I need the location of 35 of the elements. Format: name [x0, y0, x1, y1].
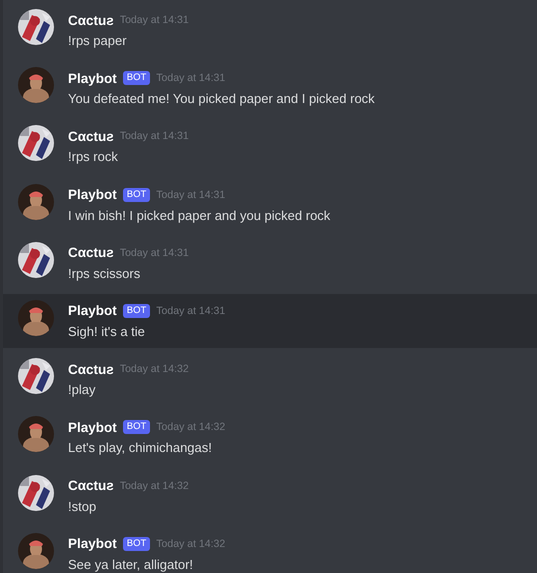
bot-tag: BOT — [122, 71, 150, 86]
author-name[interactable]: Playbot — [68, 303, 117, 318]
author-name[interactable]: Cαctuƨ — [68, 362, 114, 377]
author-name[interactable]: Cαctuƨ — [68, 245, 114, 260]
timestamp: Today at 14:32 — [156, 421, 226, 434]
message-text: See ya later, alligator! — [68, 556, 194, 573]
timestamp: Today at 14:31 — [156, 72, 226, 84]
author-name[interactable]: Playbot — [68, 70, 117, 86]
bot-tag: BOT — [122, 188, 150, 202]
author-name[interactable]: Playbot — [68, 536, 117, 552]
message-text: !rps rock — [68, 148, 119, 166]
author-name[interactable]: Cαctuƨ — [68, 12, 114, 28]
message-text: You defeated me! You picked paper and I picked rock — [68, 90, 375, 108]
message-text: !rps scissors — [68, 264, 142, 283]
timestamp: Today at 14:31 — [120, 130, 189, 142]
message-text: Let's play, chimichangas! — [68, 439, 213, 458]
author-name[interactable]: Playbot — [68, 187, 117, 202]
message-text: I win bish! I picked paper and you picked rock — [68, 206, 330, 225]
timestamp: Today at 14:32 — [120, 363, 189, 376]
bot-tag: BOT — [122, 304, 150, 318]
message-text: !stop — [68, 498, 98, 516]
timestamp: Today at 14:31 — [120, 14, 189, 26]
message-text: !rps paper — [68, 32, 128, 50]
bot-tag: BOT — [122, 536, 150, 551]
timestamp: Today at 14:31 — [156, 304, 226, 317]
author-name[interactable]: Playbot — [68, 420, 117, 435]
timestamp: Today at 14:32 — [156, 538, 226, 550]
timestamp: Today at 14:31 — [120, 246, 189, 259]
author-name[interactable]: Cαctuƨ — [68, 478, 114, 493]
author-name[interactable]: Cαctuƨ — [68, 128, 114, 144]
timestamp: Today at 14:31 — [156, 188, 226, 201]
message-text: !play — [68, 381, 96, 400]
bot-tag: BOT — [122, 420, 150, 434]
message-text: Sigh! it's a tie — [68, 322, 146, 341]
timestamp: Today at 14:32 — [120, 480, 189, 492]
